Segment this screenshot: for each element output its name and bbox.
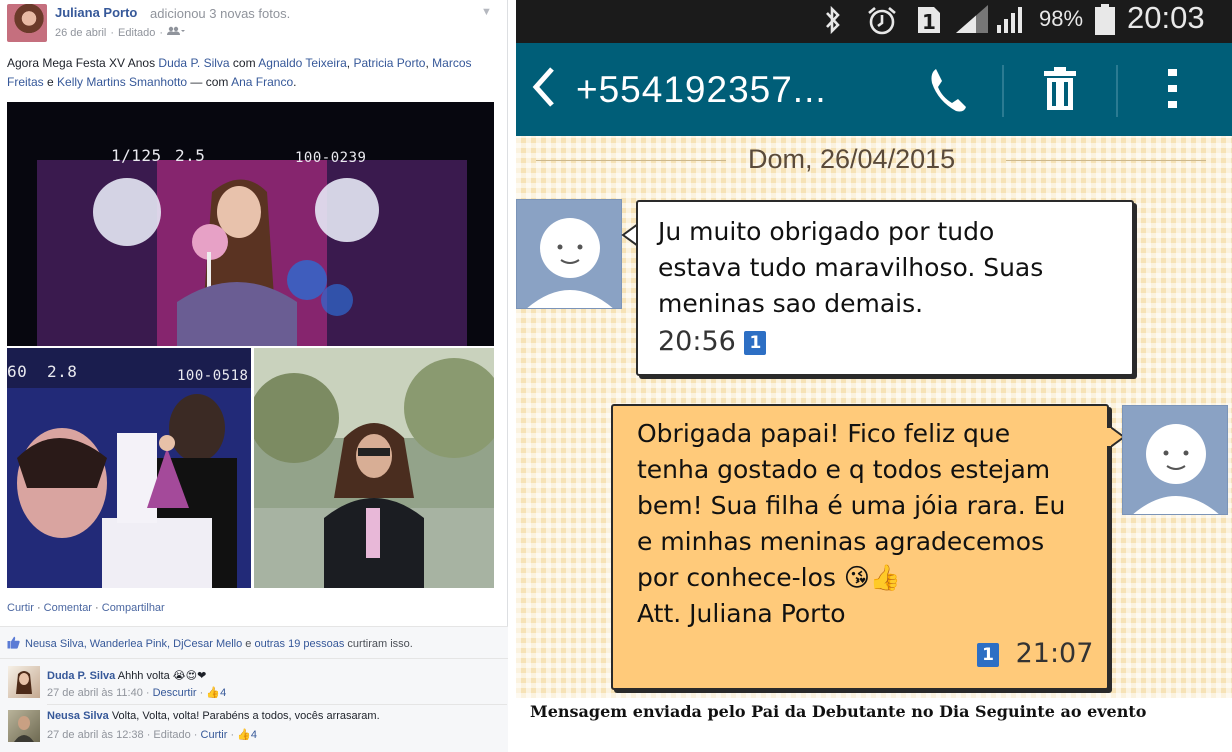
post-photo-1[interactable]: 1/125 2.5 100-0239 (7, 102, 494, 346)
divider (0, 658, 508, 659)
message-thread: Dom, 26/04/2015 Ju muito obrigado por tu… (516, 136, 1232, 698)
thread-date: Dom, 26/04/2015 (748, 144, 956, 174)
camera-frame: 100-0518 (177, 368, 249, 384)
facebook-post: Juliana Porto adicionou 3 novas fotos. ▼… (0, 0, 508, 752)
bluetooth-icon (822, 5, 844, 42)
conversation-app-bar: +554192357... (516, 43, 1232, 136)
like-comment-button[interactable]: Curtir (201, 729, 228, 741)
comment-author[interactable]: Neusa Silva (47, 710, 109, 722)
commenter-avatar[interactable] (8, 666, 40, 698)
comment-meta: 27 de abril às 12:38 · Editado · Curtir … (47, 729, 258, 741)
chevron-down-icon[interactable]: ▼ (481, 6, 492, 18)
contact-avatar[interactable] (516, 199, 622, 309)
message-time-row: 20:56 1 (658, 326, 767, 357)
divider (47, 704, 507, 705)
own-avatar[interactable] (1122, 405, 1228, 515)
battery-icon (1094, 3, 1116, 44)
wifi-signal-icon (994, 3, 1030, 42)
thumbs-up-icon (7, 636, 20, 652)
image-caption: Mensagem enviada pelo Pai da Debutante n… (530, 702, 1147, 721)
sim-icon: 1 (916, 5, 942, 42)
edited-label[interactable]: Editado (118, 27, 155, 39)
sim-badge-icon: 1 (977, 642, 999, 667)
more-options-icon[interactable] (1166, 65, 1180, 118)
post-photo-3[interactable] (254, 348, 494, 588)
post-actions: Curtir · Comentar · Compartilhar (7, 602, 165, 614)
message-text: Obrigada papai! Fico feliz que tenha gos… (637, 419, 1066, 628)
post-action: adicionou 3 novas fotos. (150, 6, 291, 21)
divider (536, 160, 726, 161)
camera-shutter: 1/125 (111, 146, 162, 165)
sim-number: 1 (922, 10, 936, 34)
share-button[interactable]: Compartilhar (102, 602, 165, 614)
battery-percent: 98% (1039, 6, 1084, 31)
outgoing-message[interactable]: Obrigada papai! Fico feliz que tenha gos… (611, 404, 1109, 690)
comment-author[interactable]: Duda P. Silva (47, 670, 115, 682)
author-name[interactable]: Juliana Porto (55, 5, 137, 20)
phone-icon[interactable] (928, 65, 968, 118)
post-meta: 26 de abril · Editado · (55, 26, 186, 39)
comment-likes[interactable]: 👍4 (237, 729, 257, 741)
divider (1006, 160, 1206, 161)
tag-link[interactable]: Patricia Porto (353, 56, 425, 70)
post-text: Agora Mega Festa XV Anos Duda P. Silva c… (7, 56, 472, 89)
camera-screen-image (7, 102, 494, 346)
comment-likes[interactable]: 👍4 (206, 687, 226, 699)
message-time: 20:56 (658, 326, 736, 357)
likers-others[interactable]: outras 19 pessoas (254, 638, 344, 650)
likes-summary: Neusa Silva, Wanderlea Pink, DjCesar Mel… (7, 636, 413, 652)
back-arrow-icon[interactable] (530, 65, 556, 119)
outdoor-portrait-image (254, 348, 494, 588)
comment-button[interactable]: Comentar (44, 602, 92, 614)
post-photo-2[interactable]: 60 2.8 100-0518 (7, 348, 251, 588)
comment-meta: 27 de abril às 11:40 · Descurtir · 👍4 (47, 687, 227, 699)
commenter-avatar[interactable] (8, 710, 40, 742)
signal-icon (954, 3, 990, 42)
divider (0, 626, 508, 627)
tag-link[interactable]: Agnaldo Teixeira (258, 56, 347, 70)
status-bar: 1 98% 20:03 (516, 0, 1232, 43)
status-time: 20:03 (1127, 0, 1205, 35)
cake-photo-image (7, 348, 251, 588)
message-text: Ju muito obrigado por tudo estava tudo m… (658, 217, 1044, 318)
sim-badge-icon: 1 (744, 330, 767, 355)
camera-frame: 100-0239 (295, 150, 367, 166)
incoming-message[interactable]: Ju muito obrigado por tudo estava tudo m… (636, 200, 1134, 376)
camera-shutter: 60 (7, 362, 28, 381)
likers-names[interactable]: Neusa Silva, Wanderlea Pink, DjCesar Mel… (25, 638, 242, 650)
alarm-icon (866, 5, 898, 44)
message-time: 21:07 (1015, 638, 1094, 669)
divider (1116, 65, 1118, 117)
tag-link[interactable]: Kelly Martins Smanhotto (57, 75, 187, 89)
tag-link[interactable]: Duda P. Silva (158, 56, 229, 70)
unlike-button[interactable]: Descurtir (153, 687, 197, 699)
gutter (508, 0, 516, 752)
audience-icon[interactable] (167, 26, 186, 39)
divider (1002, 65, 1004, 117)
like-button[interactable]: Curtir (7, 602, 34, 614)
comment-text: Duda P. Silva Ahhh volta 😭😍❤ (47, 670, 207, 682)
contact-number[interactable]: +554192357... (576, 69, 827, 111)
tag-link[interactable]: Ana Franco (231, 75, 293, 89)
camera-aperture: 2.5 (175, 146, 206, 165)
comment-text: Neusa Silva Volta, Volta, volta! Parabén… (47, 710, 380, 722)
comment-date[interactable]: 27 de abril às 11:40 (47, 687, 143, 699)
camera-aperture: 2.8 (47, 362, 78, 381)
author-avatar[interactable] (7, 4, 47, 42)
sms-screenshot: 1 98% 20:03 +554192357... Dom, 26/04/201… (516, 0, 1232, 752)
trash-icon[interactable] (1040, 65, 1080, 118)
edited-label[interactable]: Editado (153, 729, 190, 741)
comment-date[interactable]: 27 de abril às 12:38 (47, 729, 144, 741)
post-date[interactable]: 26 de abril (55, 27, 106, 39)
message-time-row: 1 21:07 (977, 638, 1093, 669)
